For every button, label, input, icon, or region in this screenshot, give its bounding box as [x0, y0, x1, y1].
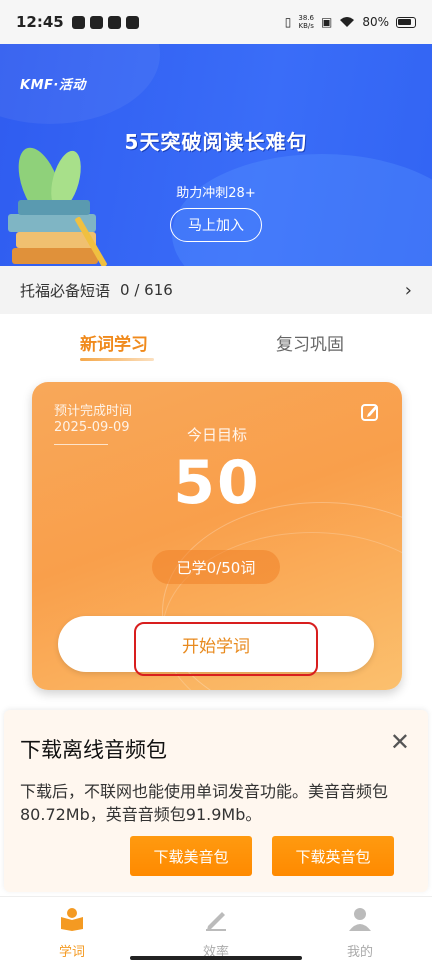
kmf-logo: KMF·活动: [20, 78, 86, 93]
sync-icon: [125, 15, 139, 29]
popup-body: 下载后，不联网也能使用单词发音功能。美音音频包80.72Mb，英音音频包91.9…: [20, 782, 389, 824]
daily-goal-label: 今日目标: [186, 426, 247, 444]
chevron-right-icon: ›: [404, 279, 412, 301]
mail-icon: [89, 15, 103, 29]
network-speed-unit: KB/s: [298, 22, 314, 30]
download-uk-audio-button[interactable]: 下载英音包: [272, 836, 394, 876]
tab-review[interactable]: 复习巩固: [276, 330, 344, 355]
wifi-icon: [340, 17, 355, 27]
vocab-book-row[interactable]: 托福必备短语 0 / 616 ›: [0, 266, 432, 314]
join-now-button[interactable]: 马上加入: [170, 208, 262, 242]
learned-progress: 已学0/50词: [152, 550, 280, 584]
tiktok-icon: [71, 15, 85, 29]
nav-learn-words[interactable]: 学词: [42, 907, 102, 960]
nav-me-label: 我的: [346, 945, 373, 960]
promo-banner[interactable]: KMF·活动 5天突破阅读长难句 助力冲刺28+ 马上加入: [0, 44, 432, 266]
popup-title: 下载离线音频包: [20, 738, 167, 762]
bottom-nav: 学词 效率 我的: [0, 896, 432, 964]
vocab-book-name: 托福必备短语: [20, 281, 111, 300]
network-speed-value: 38.6: [298, 14, 314, 22]
sim-icon: ▣: [320, 15, 333, 29]
banner-title: 5天突破阅读长难句: [124, 130, 308, 154]
download-audio-popup: 下载离线音频包 ✕ 下载后，不联网也能使用单词发音功能。美音音频包80.72Mb…: [4, 710, 428, 892]
edit-icon[interactable]: [360, 402, 380, 422]
home-indicator[interactable]: [130, 956, 302, 960]
tab-new-words[interactable]: 新词学习: [80, 330, 148, 355]
banner-subtitle: 助力冲刺28+: [176, 186, 256, 201]
nav-efficiency[interactable]: 效率: [186, 907, 246, 960]
vibrate-icon: ▯: [284, 15, 292, 29]
highlight-annotation: [134, 622, 318, 676]
battery-text: 80%: [362, 15, 389, 29]
books-illustration: [8, 147, 107, 266]
vocab-book-progress: 0 / 616: [120, 281, 173, 299]
book-icon: [61, 908, 83, 931]
app-icon: [107, 15, 121, 29]
start-learning-button[interactable]: 开始学词: [58, 616, 374, 676]
pencil-icon: [206, 912, 226, 931]
network-speed: 38.6 KB/s: [298, 14, 314, 30]
tab-bar: 新词学习 复习巩固: [0, 314, 432, 374]
active-tab-indicator: [80, 358, 154, 361]
download-us-audio-button[interactable]: 下载美音包: [130, 836, 252, 876]
battery-icon: [396, 16, 416, 28]
main-content: 新词学习 复习巩固 预计完成时间 2025-09-09 今日目标 50 已学0/…: [0, 314, 432, 964]
daily-goal-value: 50: [173, 448, 261, 518]
estimated-finish-label: 预计完成时间: [54, 404, 133, 419]
status-time: 12:45: [16, 13, 64, 31]
close-icon[interactable]: ✕: [390, 728, 410, 756]
status-bar: 12:45 ▯ 38.6 KB/s ▣ 80%: [0, 0, 432, 44]
user-icon: [349, 908, 371, 931]
nav-me[interactable]: 我的: [330, 907, 390, 960]
nav-learn-label: 学词: [58, 945, 85, 960]
daily-goal-card: 预计完成时间 2025-09-09 今日目标 50 已学0/50词 开始学词: [32, 382, 402, 690]
